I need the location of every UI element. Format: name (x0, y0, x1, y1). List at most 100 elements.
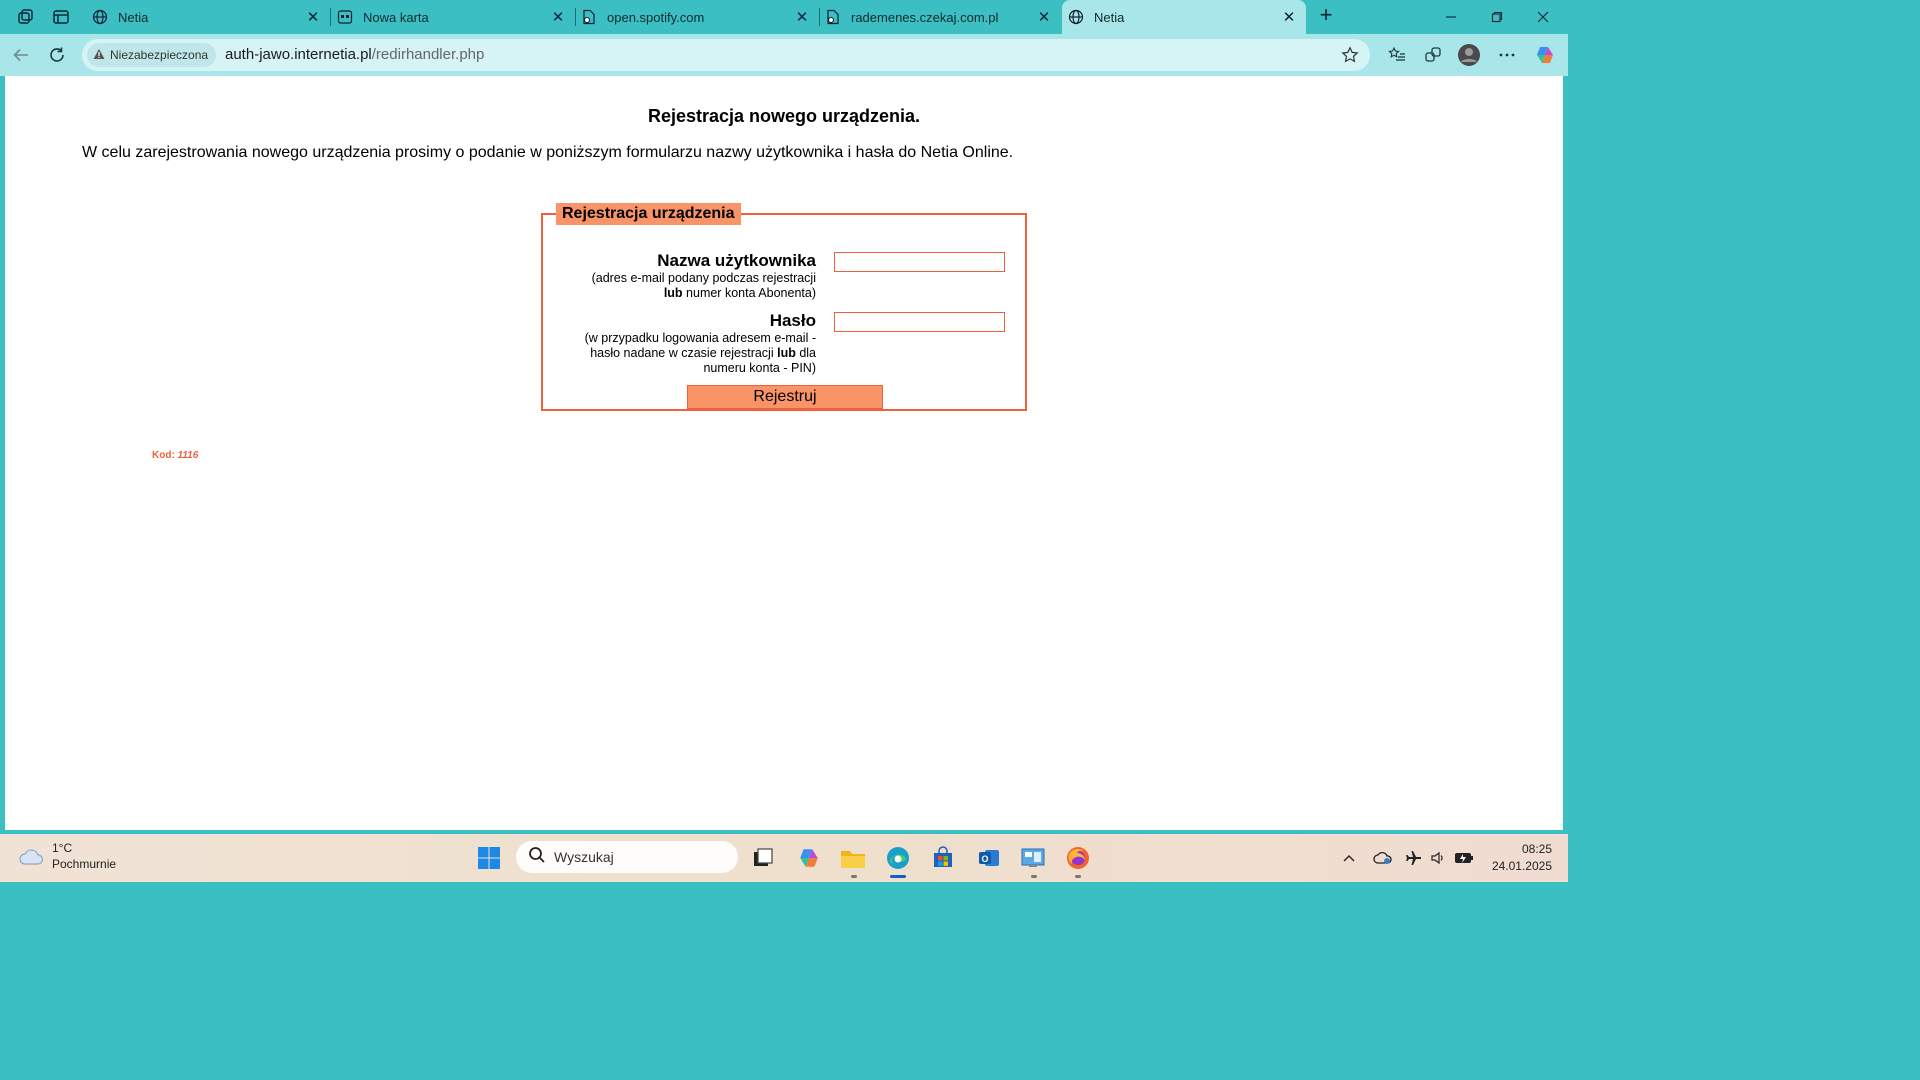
hint-text: hasło nadane w czasie rejestracji (590, 346, 778, 360)
username-label-block: Nazwa użytkownika (adres e-mail podany p… (592, 251, 816, 301)
tab-netia-1[interactable]: Netia ✕ (86, 0, 330, 34)
task-view-icon[interactable] (748, 843, 778, 873)
password-hint-line-1: (w przypadku logowania adresem e-mail - (584, 331, 816, 345)
firefox-icon[interactable] (1063, 843, 1093, 873)
new-tab-page-icon (337, 9, 353, 25)
onedrive-sync-icon[interactable] (1372, 848, 1394, 868)
tab-title: Nowa karta (363, 9, 429, 25)
document-icon (825, 9, 841, 25)
workspaces-icon[interactable] (12, 4, 38, 30)
start-button[interactable] (474, 843, 504, 873)
clock-date: 24.01.2025 (1491, 859, 1552, 873)
register-button[interactable]: Rejestruj (687, 385, 883, 409)
battery-charging-icon[interactable] (1453, 848, 1475, 868)
registration-form: Rejestracja urządzenia Nazwa użytkownika… (541, 203, 1027, 411)
reload-button[interactable] (44, 42, 70, 68)
code-prefix: Kod: (152, 450, 178, 461)
microsoft-store-icon[interactable] (928, 843, 958, 873)
favorites-button[interactable] (1384, 42, 1410, 68)
code-label: Kod: 1116 (152, 450, 198, 461)
address-bar[interactable]: Niezabezpieczona auth-jawo.internetia.pl… (82, 39, 1370, 71)
profile-button[interactable] (1456, 42, 1482, 68)
close-icon[interactable]: ✕ (304, 8, 322, 26)
collections-icon (1425, 47, 1441, 62)
taskbar: 1°C Pochmurnie Wyszukaj O 08:25 24.01.20… (0, 834, 1568, 882)
username-input[interactable] (834, 252, 1005, 272)
url-host: auth-jawo.internetia.pl (225, 46, 372, 63)
code-value: 1116 (177, 450, 199, 461)
hint-bold-lub: lub (777, 346, 796, 360)
tab-spotify[interactable]: open.spotify.com ✕ (575, 0, 819, 34)
password-hint-line-3: numeru konta - PIN) (703, 361, 816, 375)
show-hidden-icons-chevron-icon[interactable] (1338, 848, 1360, 868)
close-window-button[interactable] (1520, 0, 1566, 34)
security-label: Niezabezpieczona (110, 48, 209, 62)
warning-icon (93, 48, 105, 63)
volume-icon[interactable] (1427, 848, 1449, 868)
tab-title: open.spotify.com (607, 9, 705, 25)
clock-time: 08:25 (1521, 842, 1552, 856)
file-explorer-icon[interactable] (838, 843, 868, 873)
restore-button[interactable] (1474, 0, 1520, 34)
minimize-icon (1446, 16, 1456, 18)
tab-title: Netia (1094, 9, 1125, 25)
airplane-mode-icon[interactable] (1403, 848, 1425, 868)
intro-text: W celu zarejestrowania nowego urządzenia… (82, 144, 1014, 161)
weather-temperature: 1°C (52, 841, 73, 855)
page-title: Rejestracja nowego urządzenia. (647, 106, 921, 126)
password-input[interactable] (834, 312, 1005, 332)
password-hint-line-2: hasło nadane w czasie rejestracji lub dl… (585, 346, 816, 361)
form-legend: Rejestracja urządzenia (556, 203, 741, 225)
tab-rademenes[interactable]: rademenes.czekaj.com.pl ✕ (819, 0, 1061, 34)
edge-browser-icon[interactable] (883, 843, 913, 873)
svg-text:O: O (981, 854, 988, 864)
document-icon (581, 9, 597, 25)
running-indicator (1031, 875, 1037, 878)
control-panel-icon[interactable] (1018, 843, 1048, 873)
running-indicator (1075, 875, 1081, 878)
security-indicator[interactable]: Niezabezpieczona (87, 43, 217, 67)
hint-bold-lub: lub (663, 286, 683, 300)
system-clock[interactable]: 08:25 24.01.2025 (1484, 841, 1552, 875)
hint-text: dla (795, 346, 816, 360)
globe-icon (92, 9, 108, 25)
new-tab-button[interactable]: + (1314, 4, 1338, 28)
search-icon (528, 846, 546, 869)
restore-icon (1491, 11, 1503, 23)
password-label: Hasło (769, 311, 816, 330)
username-hint-line-1: (adres e-mail podany podczas rejestracji (591, 271, 816, 285)
collections-button[interactable] (1420, 42, 1446, 68)
running-indicator (851, 875, 857, 878)
tab-nowa-karta[interactable]: Nowa karta ✕ (331, 0, 575, 34)
reload-icon (50, 47, 64, 62)
copilot-app-icon[interactable] (794, 843, 824, 873)
browser-toolbar: Niezabezpieczona auth-jawo.internetia.pl… (0, 34, 1568, 76)
close-icon[interactable]: ✕ (1280, 8, 1298, 26)
weather-widget[interactable]: 1°C Pochmurnie (18, 840, 116, 872)
tab-strip: Netia ✕ Nowa karta ✕ open.spotify.com ✕ … (0, 0, 1568, 34)
favorite-star-icon[interactable] (1338, 43, 1362, 67)
close-icon (1537, 11, 1549, 23)
url-path: /redirhandler.php (371, 46, 485, 63)
settings-more-button[interactable] (1494, 42, 1520, 68)
tab-netia-active[interactable]: Netia ✕ (1062, 0, 1306, 34)
close-icon[interactable]: ✕ (1035, 8, 1053, 26)
username-label: Nazwa użytkownika (657, 251, 816, 270)
close-icon[interactable]: ✕ (549, 8, 567, 26)
taskbar-search[interactable]: Wyszukaj (516, 841, 738, 873)
username-hint-line-2: lub numer konta Abonenta) (592, 286, 816, 301)
search-placeholder: Wyszukaj (554, 849, 614, 865)
back-button[interactable] (8, 42, 34, 68)
tab-actions-icon[interactable] (48, 4, 74, 30)
url-text[interactable]: auth-jawo.internetia.pl/redirhandler.php (225, 46, 484, 63)
close-icon[interactable]: ✕ (793, 8, 811, 26)
weather-condition: Pochmurnie (52, 857, 117, 871)
active-indicator (890, 875, 906, 878)
favorites-list-icon (1388, 46, 1405, 61)
back-arrow-icon (13, 48, 28, 62)
page-content: Rejestracja nowego urządzenia. W celu za… (5, 76, 1563, 830)
password-label-block: Hasło (w przypadku logowania adresem e-m… (585, 311, 816, 376)
minimize-button[interactable] (1428, 0, 1474, 34)
outlook-icon[interactable]: O (974, 843, 1004, 873)
copilot-button[interactable] (1532, 42, 1558, 68)
